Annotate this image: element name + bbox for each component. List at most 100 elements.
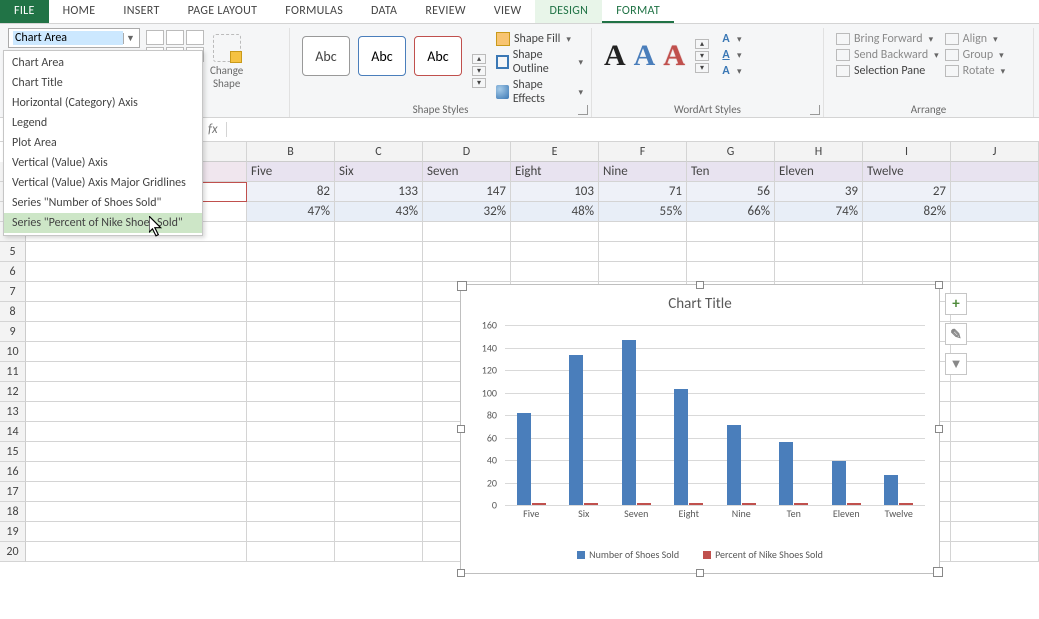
tab-insert[interactable]: INSERT	[109, 0, 173, 23]
shape-fill-button[interactable]: Shape Fill▾	[496, 32, 583, 46]
x-axis[interactable]: FiveSixSevenEightNineTenElevenTwelve	[505, 507, 925, 520]
cell[interactable]	[335, 342, 423, 362]
bar-series-2[interactable]	[847, 503, 861, 505]
change-shape-button[interactable]: Change Shape	[210, 28, 243, 90]
bar-series-2[interactable]	[689, 503, 703, 505]
tab-formulas[interactable]: FORMULAS	[271, 0, 357, 23]
bar-group[interactable]	[715, 325, 768, 505]
cell[interactable]: Nine	[599, 162, 687, 182]
cell[interactable]: Ten	[687, 162, 775, 182]
bar-series-1[interactable]	[517, 413, 531, 505]
cell[interactable]	[335, 282, 423, 302]
cell[interactable]	[26, 482, 247, 502]
cell[interactable]	[247, 502, 335, 522]
col-header[interactable]: H	[775, 142, 863, 162]
cell[interactable]	[775, 242, 863, 262]
cell[interactable]: 32%	[423, 202, 511, 222]
cell[interactable]	[775, 222, 863, 242]
plot-area[interactable]	[505, 325, 925, 505]
shape-outline-button[interactable]: Shape Outline▾	[496, 48, 583, 76]
tab-view[interactable]: VIEW	[480, 0, 536, 23]
bar-group[interactable]	[610, 325, 663, 505]
selection-pane-button[interactable]: Selection Pane	[836, 64, 939, 78]
bar-series-1[interactable]	[832, 461, 846, 505]
col-header[interactable]: I	[863, 142, 951, 162]
tab-home[interactable]: HOME	[49, 0, 110, 23]
cell[interactable]	[951, 382, 1039, 402]
cell[interactable]: 71	[599, 182, 687, 202]
bar-group[interactable]	[820, 325, 873, 505]
cell[interactable]	[247, 222, 335, 242]
col-header[interactable]: B	[247, 142, 335, 162]
cell[interactable]: Eight	[511, 162, 599, 182]
cell[interactable]	[26, 402, 247, 422]
bar-series-2[interactable]	[899, 503, 913, 505]
cell[interactable]	[951, 262, 1039, 282]
cell[interactable]: 39	[775, 182, 863, 202]
cell[interactable]	[775, 262, 863, 282]
cell[interactable]	[247, 522, 335, 542]
dropdown-item[interactable]: Horizontal (Category) Axis	[4, 93, 202, 113]
cell[interactable]: 82	[247, 182, 335, 202]
bar-series-1[interactable]	[622, 340, 636, 505]
bar-series-1[interactable]	[674, 389, 688, 505]
chart-title[interactable]: Chart Title	[461, 285, 939, 317]
cell[interactable]	[247, 382, 335, 402]
resize-handle[interactable]	[457, 569, 465, 577]
cell[interactable]	[247, 342, 335, 362]
cell[interactable]	[247, 402, 335, 422]
bar-group[interactable]	[663, 325, 716, 505]
cell[interactable]	[335, 222, 423, 242]
bar-group[interactable]	[505, 325, 558, 505]
wordart-more[interactable]: ▴▾▾	[695, 39, 709, 73]
wordart-preset-2[interactable]: A	[634, 39, 656, 73]
col-header[interactable]: D	[423, 142, 511, 162]
resize-handle[interactable]	[935, 281, 943, 289]
cell[interactable]	[26, 422, 247, 442]
dialog-launcher-icon[interactable]	[810, 105, 820, 115]
cell[interactable]: Seven	[423, 162, 511, 182]
tab-page-layout[interactable]: PAGE LAYOUT	[174, 0, 272, 23]
bar-series-2[interactable]	[742, 503, 756, 505]
cell[interactable]: 82%	[863, 202, 951, 222]
cell[interactable]: 27	[863, 182, 951, 202]
cell[interactable]	[247, 322, 335, 342]
cell[interactable]	[951, 542, 1039, 562]
cell[interactable]	[335, 402, 423, 422]
bar-series-2[interactable]	[794, 503, 808, 505]
dropdown-item[interactable]: Plot Area	[4, 133, 202, 153]
col-header[interactable]: J	[951, 142, 1039, 162]
cell[interactable]	[599, 242, 687, 262]
row-header[interactable]: 14	[0, 422, 26, 442]
cell[interactable]	[423, 242, 511, 262]
cell[interactable]	[26, 362, 247, 382]
cell[interactable]	[511, 262, 599, 282]
bar-series-1[interactable]	[569, 355, 583, 505]
wordart-gallery[interactable]: A A A ▴▾▾	[600, 28, 713, 78]
tab-format[interactable]: FORMAT	[602, 0, 674, 23]
cell[interactable]	[863, 242, 951, 262]
col-header[interactable]: G	[687, 142, 775, 162]
cell[interactable]: Six	[335, 162, 423, 182]
cell[interactable]	[335, 262, 423, 282]
cell[interactable]: 147	[423, 182, 511, 202]
cell[interactable]	[863, 262, 951, 282]
cell[interactable]	[335, 542, 423, 562]
cell[interactable]: Twelve	[863, 162, 951, 182]
cell[interactable]	[247, 462, 335, 482]
text-fill-button[interactable]: A▾	[717, 32, 742, 46]
row-header[interactable]: 5	[0, 242, 26, 262]
row-header[interactable]: 16	[0, 462, 26, 482]
chart-styles-button[interactable]: ✎	[945, 323, 967, 345]
cell[interactable]	[335, 302, 423, 322]
resize-handle[interactable]	[696, 281, 704, 289]
fx-icon[interactable]: fx	[200, 122, 227, 137]
col-header[interactable]: E	[511, 142, 599, 162]
row-header[interactable]: 20	[0, 542, 26, 562]
cell[interactable]	[511, 242, 599, 262]
cell[interactable]: 55%	[599, 202, 687, 222]
shape-style-preset-1[interactable]: Abc	[302, 36, 350, 76]
text-outline-button[interactable]: A▾	[717, 48, 742, 62]
cell[interactable]	[26, 462, 247, 482]
bar-series-2[interactable]	[584, 503, 598, 505]
